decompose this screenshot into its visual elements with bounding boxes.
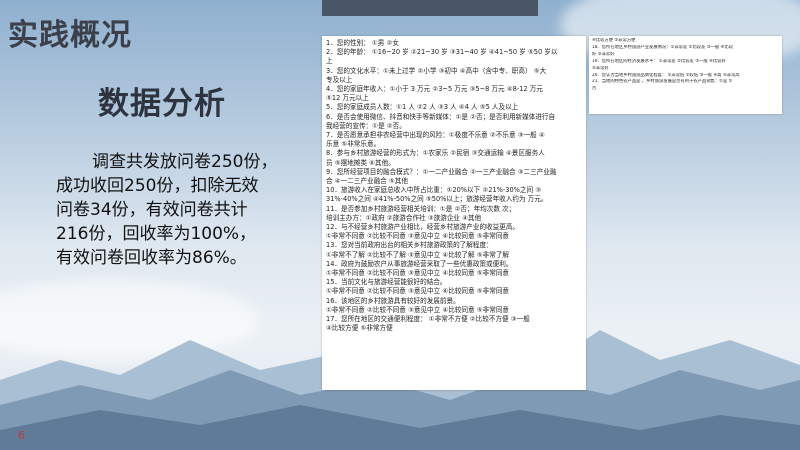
questionnaire-line: ①非常不了解 ②比较不了解 ③意见中立 ④比较了解 ⑤非常了解	[326, 250, 510, 259]
slide-subtitle: 数据分析	[98, 86, 226, 122]
questionnaire-image-main: 1．您的性别： ①男 ②女 2．您的年龄： ①16~20 岁 ②21~30 岁 …	[322, 36, 586, 390]
questionnaire-line: 17．您所在地区的交通便利程度： ①非常不方便 ②比较不方便 ③一般	[326, 315, 530, 324]
page-number: 6	[18, 429, 25, 442]
questionnaire-line: ①非常不同意 ②比较不同意 ③意见中立 ④比较同意 ⑤非常同意	[326, 269, 510, 278]
questionnaire-line: 1．您的性别： ①男 ②女	[326, 39, 399, 47]
questionnaire-line: 好 ⑤非常好	[592, 51, 615, 57]
questionnaire-line: 16．该地区的乡村旅游具有较好的发展前景。	[326, 296, 460, 305]
questionnaire-line: 3．您的文化水平：①未上过学 ②小学 ③初中 ④高中（含中专、职高） ⑤大	[326, 66, 547, 75]
questionnaire-line: 11．是否参加乡村旅游经营相关培训：①是 ②否；年均次数 次；	[326, 204, 516, 213]
summary-line: 成功收回250份，扣除无效	[56, 176, 259, 196]
questionnaire-line: 6．是否会使用微信、抖音和快手等新媒体：①是 ②否；是否利用新媒体进行自	[326, 112, 556, 121]
questionnaire-line: ④比较方便 ⑤非常方便	[326, 324, 393, 333]
questionnaire-line: ①非常不同意 ②比较不同意 ③意见中立 ④比较同意 ⑤非常同意	[326, 287, 510, 296]
questionnaire-line: ⑤12 万元以上	[326, 94, 369, 103]
questionnaire-line: 2．您的年龄： ①16~20 岁 ②21~30 岁 ③31~40 岁 ④41~5…	[326, 48, 558, 57]
image-top-strip	[322, 0, 538, 16]
questionnaire-line: ④比较方便 ⑤非常方便	[592, 38, 636, 43]
slide-title: 实践概况	[8, 18, 132, 53]
summary-line: 216份，回收率为100%，	[56, 224, 257, 244]
questionnaire-line: 5．您的家庭成员人数：①1 人 ②2 人 ③3 人 ④4 人 ⑤5 人及以上	[326, 103, 519, 112]
questionnaire-line: 上	[326, 57, 333, 66]
questionnaire-line: 7．是否愿意承担非农经营中出现的风险：①极度不乐意 ②不乐意 ③一般 ④	[326, 131, 545, 140]
questionnaire-line: 13．您对当前政府出台的相关乡村旅游政策的了解程度：	[326, 241, 493, 250]
summary-line: 调查共发放问卷250份，	[92, 152, 278, 172]
questionnaire-line: 14．政府为鼓励农户从事旅游经营采取了一些优惠政策或便利。	[326, 259, 513, 268]
questionnaire-line: 31%-40%之间 ④41%-50%之间 ⑤50%以上；旅游经营年收入约为 万元…	[326, 195, 548, 204]
questionnaire-line: 我经营的宣传：①是 ②否。	[326, 121, 406, 130]
questionnaire-line: 8．参与乡村旅游经营的形式为：①农家乐 ②民宿 ③交通运输 ④景区服务人	[326, 149, 545, 158]
questionnaire-line: ①非常不同意 ②比较不同意 ③意见中立 ④比较同意 ⑤非常同意	[326, 305, 510, 314]
questionnaire-line: 员 ⑤摆地摊类 ⑥其他。	[326, 158, 395, 167]
questionnaire-line: 培训主办方：①政府 ②旅游合作社 ③旅游企业 ④其他	[326, 213, 482, 222]
questionnaire-line: 4．您的家庭年收入：①小于 3 万元 ②3~5 万元 ③5~8 万元 ④8-12…	[326, 85, 543, 94]
questionnaire-line: 9．您所经营项目的融合模式？：①一二产业融合 ②一三产业融合 ③二三产业融	[326, 167, 557, 176]
questionnaire-line: 12．与不经营乡村旅游产业相比，经营乡村旅游产业的收益更高。	[326, 223, 520, 232]
questionnaire-line: 专及以上	[326, 75, 353, 84]
questionnaire-line: 合 ④一二三产业融合 ⑤其他	[326, 177, 408, 186]
summary-line: 有效问卷回收率为86%。	[56, 248, 247, 268]
questionnaire-image-extra: ④比较方便 ⑤非常方便 18．您所在地区乡村旅游产业发展情况：①非常差 ②比较差…	[589, 36, 782, 114]
questionnaire-line: 否	[592, 86, 597, 92]
questionnaire-line: ①非常不同意 ②比较不同意 ③意见中立 ④比较同意 ⑤非常同意	[326, 232, 510, 241]
questionnaire-line: 乐意 ⑤非常乐意。	[326, 140, 381, 149]
questionnaire-line: 21．当地的特色农产品是 ，乡村旅游发展是否有利于农产品销售：①是 ②	[592, 79, 733, 85]
slide: 实践概况 数据分析 调查共发放问卷250份， 成功收回250份，扣除无效 问卷3…	[0, 0, 800, 450]
questionnaire-line: 18．您所在地区乡村旅游产业发展情况：①非常差 ②比较差 ③一般 ④比较	[592, 44, 733, 50]
questionnaire-line: 10．旅游收入在家庭总收入中所占比重：①20%以下 ②21%-30%之间 ③	[326, 186, 542, 195]
questionnaire-line: 19．您所在地区的经济发展水平： ①非常差 ②比较差 ③一般 ④比较好	[592, 58, 726, 64]
questionnaire-line: 20．您认为当地乡村旅游品牌化程度： ①非常低 ②较低 ③一般 ④高 ⑤非常高	[592, 72, 740, 78]
summary-paragraph: 调查共发放问卷250份， 成功收回250份，扣除无效 问卷34份，有效问卷共计 …	[56, 150, 322, 270]
summary-line: 问卷34份，有效问卷共计	[56, 200, 248, 220]
questionnaire-line: ⑤非常好	[592, 65, 609, 71]
questionnaire-line: 15．当前文化与旅游经营能很好的结合。	[326, 278, 447, 287]
